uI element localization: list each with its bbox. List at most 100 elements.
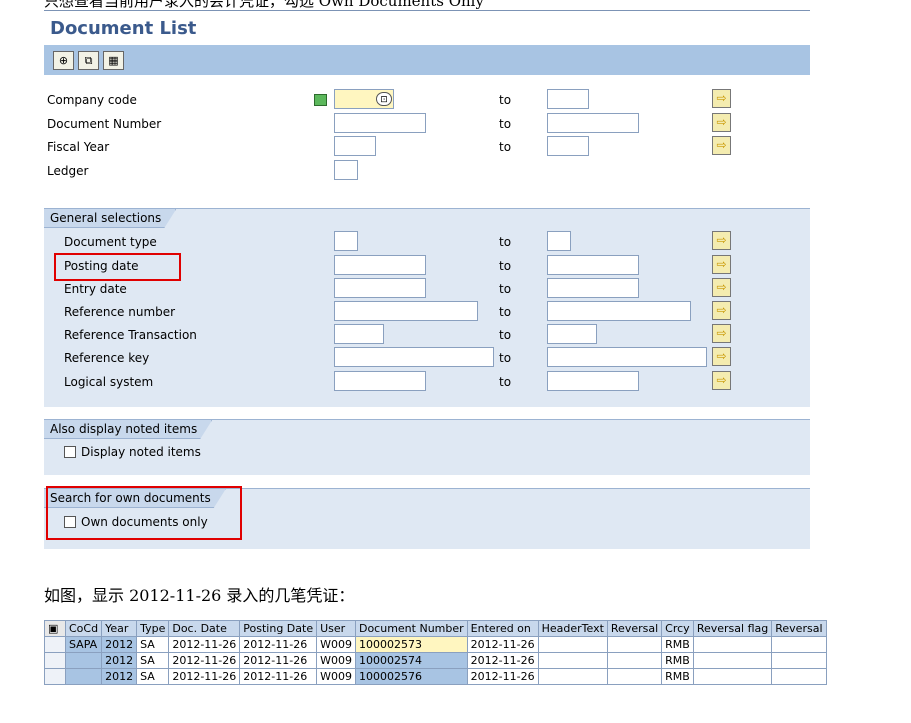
posting-date-to-input[interactable] xyxy=(547,255,639,275)
column-header[interactable]: User xyxy=(316,620,356,637)
table-cell[interactable]: 100002573 xyxy=(354,636,468,653)
column-header[interactable]: Crcy xyxy=(661,620,694,637)
posting-date-from-input[interactable] xyxy=(334,255,426,275)
grid-icon[interactable]: ▦ xyxy=(103,51,124,70)
document-type-from-input[interactable] xyxy=(334,231,358,251)
column-header[interactable]: Doc. Date xyxy=(168,620,241,637)
to-label: to xyxy=(499,259,512,273)
main-selection-area: Company code ⊡ to ⇨ Document Number to ⇨… xyxy=(44,75,810,210)
logical-system-from-input[interactable] xyxy=(334,371,426,391)
table-cell xyxy=(606,636,663,653)
fiscal-year-to-input[interactable] xyxy=(547,136,589,156)
execute-icon[interactable]: ⊕ xyxy=(53,51,74,70)
logical-system-to-input[interactable] xyxy=(547,371,639,391)
entry-date-to-input[interactable] xyxy=(547,278,639,298)
table-row[interactable]: 2012 SA 2012-11-26 2012-11-26 W009 10000… xyxy=(44,668,827,685)
column-header[interactable]: HeaderText xyxy=(537,620,608,637)
multiple-selection-button[interactable]: ⇨ xyxy=(712,231,731,250)
table-cell: SA xyxy=(136,652,170,669)
multiple-selection-button[interactable]: ⇨ xyxy=(712,89,731,108)
company-code-to-input[interactable] xyxy=(547,89,589,109)
table-cell xyxy=(537,652,608,669)
column-header[interactable]: Document Number xyxy=(354,620,468,637)
to-label: to xyxy=(499,375,512,389)
display-noted-items-checkbox[interactable] xyxy=(64,446,76,458)
result-table: ▣ CoCd Year Type Doc. Date Posting Date … xyxy=(44,620,827,685)
multiple-selection-button[interactable]: ⇨ xyxy=(712,301,731,320)
table-cell: RMB xyxy=(661,636,694,653)
ledger-label: Ledger xyxy=(47,164,89,178)
table-cell: 2012-11-26 xyxy=(466,652,539,669)
document-number-to-input[interactable] xyxy=(547,113,639,133)
table-cell xyxy=(692,668,773,685)
table-cell: 2012 xyxy=(101,668,138,685)
entry-date-label: Entry date xyxy=(64,282,127,296)
row-selector[interactable] xyxy=(44,652,66,669)
column-header[interactable]: CoCd xyxy=(64,620,103,637)
multiple-selection-button[interactable]: ⇨ xyxy=(712,278,731,297)
document-type-label: Document type xyxy=(64,235,157,249)
table-cell: RMB xyxy=(661,668,694,685)
document-result-grid: ▣ CoCd Year Type Doc. Date Posting Date … xyxy=(44,620,864,685)
table-cell: 2012-11-26 xyxy=(168,668,241,685)
document-number-from-input[interactable] xyxy=(334,113,426,133)
to-label: to xyxy=(499,282,512,296)
multiple-selection-button[interactable]: ⇨ xyxy=(712,136,731,155)
reference-key-from-input[interactable] xyxy=(334,347,494,367)
general-selections-group: General selections Document type to ⇨ Po… xyxy=(44,208,810,407)
reference-number-to-input[interactable] xyxy=(547,301,691,321)
table-cell xyxy=(771,636,827,653)
reference-key-to-input[interactable] xyxy=(547,347,707,367)
multiple-selection-button[interactable]: ⇨ xyxy=(712,324,731,343)
column-header[interactable]: Type xyxy=(136,620,170,637)
multiple-selection-button[interactable]: ⇨ xyxy=(712,371,731,390)
value-help-icon[interactable]: ⊡ xyxy=(376,92,392,106)
multiple-selection-button[interactable]: ⇨ xyxy=(712,347,731,366)
table-cell: 2012-11-26 xyxy=(466,668,539,685)
column-header[interactable]: Reversal flag xyxy=(692,620,773,637)
table-cell: 2012 xyxy=(101,636,138,653)
equal-sign-icon[interactable] xyxy=(314,94,327,106)
to-label: to xyxy=(499,351,512,365)
logical-system-label: Logical system xyxy=(64,375,154,389)
caption-text: 如图，显示 2012-11-26 录入的几笔凭证： xyxy=(44,586,355,605)
table-row[interactable]: 2012 SA 2012-11-26 2012-11-26 W009 10000… xyxy=(44,652,827,669)
table-cell: SAPA xyxy=(64,636,103,653)
column-header[interactable]: Posting Date xyxy=(239,620,318,637)
to-label: to xyxy=(499,140,512,154)
table-cell: 2012-11-26 xyxy=(239,668,318,685)
reference-transaction-to-input[interactable] xyxy=(547,324,597,344)
multiple-selection-button[interactable]: ⇨ xyxy=(712,113,731,132)
table-cell: 2012 xyxy=(101,652,138,669)
posting-date-highlight xyxy=(54,253,181,281)
table-cell[interactable]: 100002574 xyxy=(354,652,468,669)
document-type-to-input[interactable] xyxy=(547,231,571,251)
reference-number-label: Reference number xyxy=(64,305,176,319)
table-cell: W009 xyxy=(316,636,356,653)
row-selector[interactable] xyxy=(44,636,66,653)
multiple-selection-button[interactable]: ⇨ xyxy=(712,255,731,274)
column-header[interactable]: Entered on xyxy=(466,620,539,637)
document-number-label: Document Number xyxy=(47,117,162,131)
general-selections-title: General selections xyxy=(44,209,176,228)
table-row[interactable]: SAPA 2012 SA 2012-11-26 2012-11-26 W009 … xyxy=(44,636,827,653)
table-cell: 2012-11-26 xyxy=(168,636,241,653)
table-cell[interactable]: 100002576 xyxy=(354,668,468,685)
row-selector[interactable] xyxy=(44,668,66,685)
reference-transaction-from-input[interactable] xyxy=(334,324,384,344)
reference-key-label: Reference key xyxy=(64,351,150,365)
entry-date-from-input[interactable] xyxy=(334,278,426,298)
company-code-label: Company code xyxy=(47,93,137,107)
column-header[interactable]: Year xyxy=(101,620,138,637)
to-label: to xyxy=(499,235,512,249)
own-documents-group: Search for own documents Own documents o… xyxy=(44,486,810,549)
reference-number-from-input[interactable] xyxy=(334,301,478,321)
fiscal-year-from-input[interactable] xyxy=(334,136,376,156)
column-header[interactable]: Reversal xyxy=(606,620,663,637)
copy-icon[interactable]: ⧉ xyxy=(78,51,99,70)
column-header[interactable]: Reversal xyxy=(771,620,827,637)
table-cell xyxy=(537,668,608,685)
own-documents-highlight xyxy=(46,486,242,540)
select-all-icon[interactable]: ▣ xyxy=(44,620,66,637)
ledger-input[interactable] xyxy=(334,160,358,180)
